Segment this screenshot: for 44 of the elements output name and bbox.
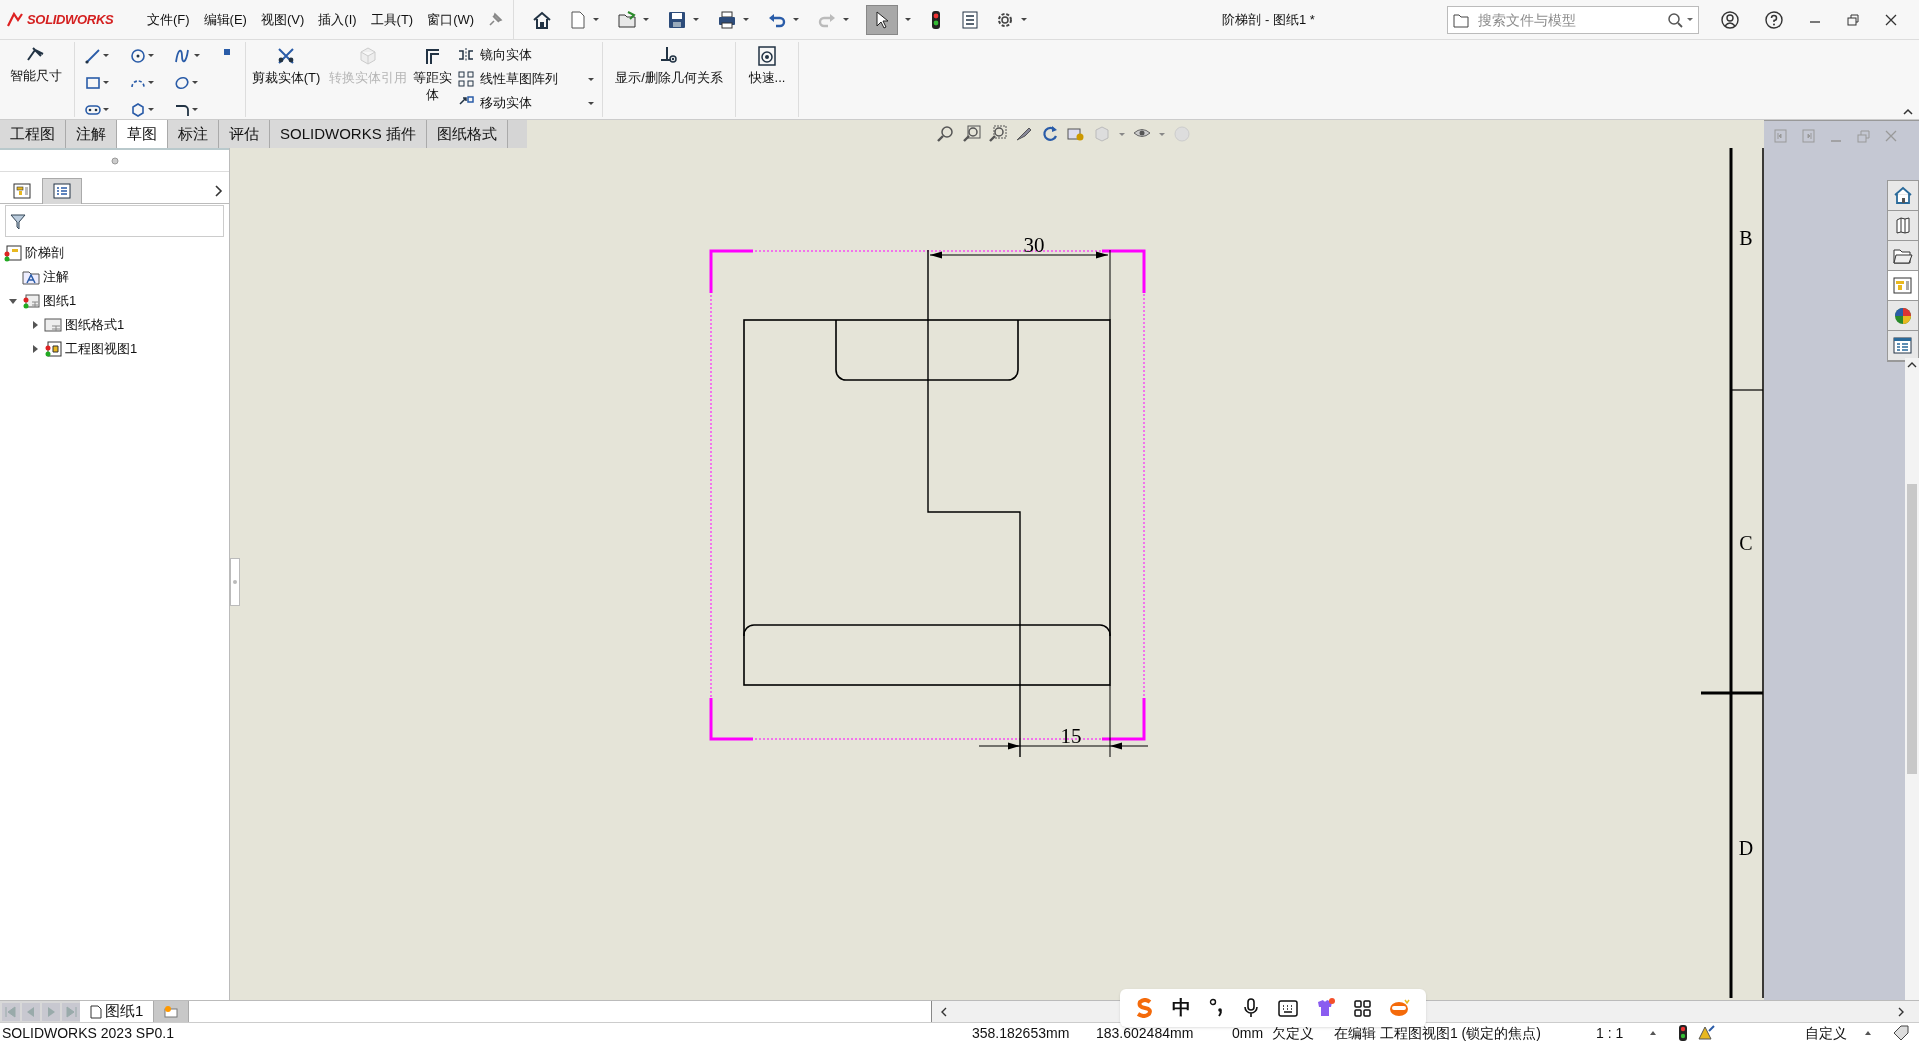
y-coordinate: 183.602484mm <box>1096 1023 1195 1043</box>
ribbon-tool-button[interactable]: 剪裁实体(T) <box>250 40 322 118</box>
sheet-tab[interactable]: 图纸1 <box>80 1001 154 1022</box>
menu-item[interactable]: 文件(F) <box>140 9 197 30</box>
ribbon-list-tool[interactable]: 移动实体 <box>458 93 588 113</box>
zone-label: C <box>1739 532 1753 554</box>
ribbon-tab[interactable]: 图纸格式 <box>426 120 508 148</box>
z-coordinate: 0mm <box>1232 1023 1265 1043</box>
window-title: 阶梯剖 - 图纸1 * <box>1221 10 1315 29</box>
version-text: SOLIDWORKS 2023 SP0.1 <box>1 1023 175 1043</box>
edit-status: 在编辑 工程图视图1 (锁定的焦点) <box>1334 1023 1542 1043</box>
ribbon-tab[interactable]: 注解 <box>66 120 117 148</box>
ribbon-tool-button[interactable]: 等距实体 <box>410 40 454 118</box>
units-dropdown[interactable]: 自定义 <box>1805 1022 1865 1043</box>
ribbon-tab[interactable]: 草图 <box>117 120 168 148</box>
search-field[interactable]: 搜索文件与模型 <box>1447 5 1699 34</box>
ribbon-tool-button[interactable]: 快速... <box>742 40 792 118</box>
menu-item[interactable]: 工具(T) <box>363 9 421 30</box>
menu-item[interactable]: 视图(V) <box>253 9 312 30</box>
zone-label: B <box>1739 227 1753 249</box>
menu-item[interactable]: 编辑(E) <box>196 9 254 30</box>
x-coordinate: 358.182653mm <box>972 1023 1071 1043</box>
ime-mode-toggle[interactable]: 中 <box>1172 993 1192 1023</box>
zone-label: D <box>1738 837 1754 859</box>
ribbon-tool-button[interactable]: 显示/删除几何关系 <box>609 40 729 118</box>
menu-item[interactable]: 插入(I) <box>311 9 364 30</box>
dimension-value: 30 <box>1023 233 1045 257</box>
ribbon-tool-button[interactable]: 智能尺寸 <box>6 40 66 118</box>
tree-item[interactable]: 工程图视图1 <box>65 339 138 359</box>
scale-status: 1 : 1 <box>1596 1023 1625 1043</box>
ribbon-tab[interactable]: 工程图 <box>0 120 66 148</box>
app-logo: SOLIDWORKS <box>27 10 114 29</box>
tree-item[interactable]: 图纸1 <box>43 291 77 311</box>
ribbon-list-tool[interactable]: 镜向实体 <box>458 45 602 65</box>
tree-item[interactable]: 图纸格式1 <box>65 315 125 335</box>
ribbon-tab[interactable]: 标注 <box>168 120 219 148</box>
definition-status: 欠定义 <box>1272 1023 1315 1043</box>
ribbon-tab[interactable]: 评估 <box>219 120 270 148</box>
menu-item[interactable]: 窗口(W) <box>420 9 482 30</box>
dimension-value: 15 <box>1060 724 1082 748</box>
tree-item[interactable]: 注解 <box>43 267 69 287</box>
tree-item[interactable]: 阶梯剖 <box>25 243 64 263</box>
ribbon-tab[interactable]: SOLIDWORKS 插件 <box>270 120 427 148</box>
ribbon-list-tool[interactable]: 线性草图阵列 <box>458 69 588 89</box>
